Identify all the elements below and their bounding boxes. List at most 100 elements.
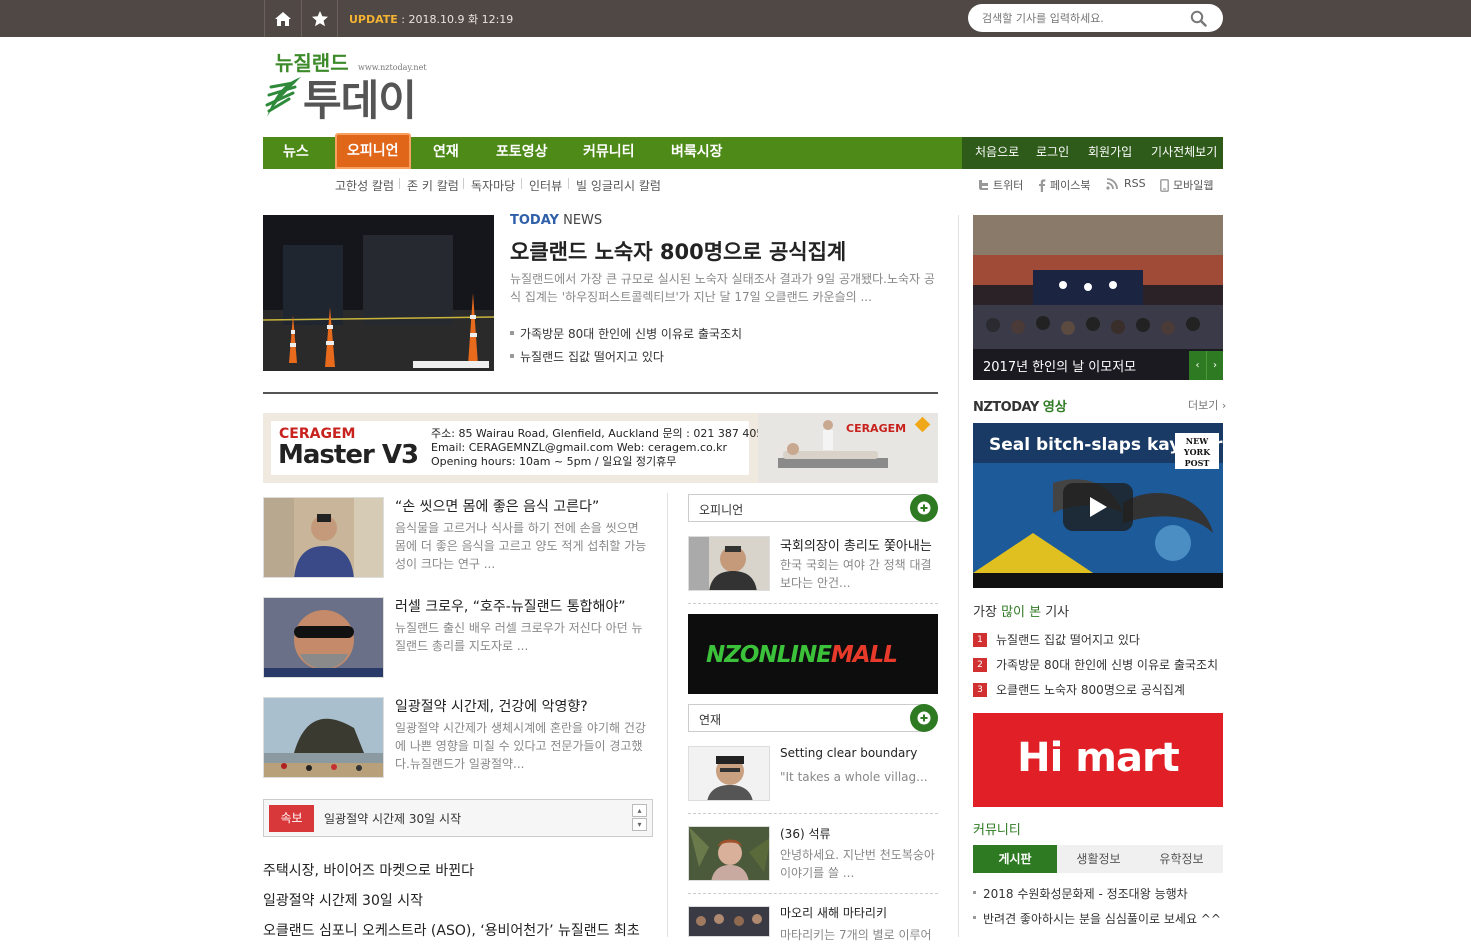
subnav-item[interactable]: 독자마당	[471, 177, 515, 194]
nav-item-opinion[interactable]: 오피니언	[335, 133, 411, 169]
serial-title[interactable]: (36) 석류	[780, 825, 831, 842]
bullet-icon	[510, 354, 514, 358]
ceragem-ad-banner[interactable]: CERAGEM Master V3 주소: 85 Wairau Road, Gl…	[263, 413, 938, 483]
news-link[interactable]: 주택시장, 바이어즈 마켓으로 바뀐다	[263, 860, 474, 880]
ceragem-model: Master V3	[278, 440, 419, 470]
mobile-web-label: 모바일웹	[1173, 179, 1214, 192]
search-box	[968, 4, 1223, 32]
article-desc: 일광절약 시간제가 생체시계에 혼란을 야기해 건강에 나쁜 영향을 미칠 수 …	[395, 721, 646, 771]
video-section-header: NZTODAY 영상	[973, 396, 1067, 415]
slider-next-button[interactable]: ›	[1206, 351, 1223, 380]
tab-study-info[interactable]: 유학정보	[1140, 845, 1223, 873]
popular-article-link[interactable]: 오클랜드 노숙자 800명으로 공식집계	[996, 681, 1185, 698]
tab-living-info[interactable]: 생활정보	[1057, 845, 1140, 873]
article-thumbnail[interactable]	[263, 697, 384, 778]
subnav-item[interactable]: 빌 잉글리시 칼럼	[576, 177, 661, 194]
article-photo-image	[264, 498, 383, 577]
headline-photo[interactable]	[263, 215, 494, 371]
headline-title[interactable]: 오클랜드 노숙자 800명으로 공식집계	[510, 236, 846, 266]
nav-item-flea-market[interactable]: 벼룩시장	[671, 137, 723, 169]
serial-title[interactable]: 마오리 새해 마타리키	[780, 904, 887, 921]
article-title[interactable]: “손 씻으면 몸에 좋은 음식 고른다”	[395, 496, 599, 516]
headline-related-link[interactable]: 뉴질랜드 집값 떨어지고 있다	[520, 348, 664, 365]
nav-item-community[interactable]: 커뮤니티	[583, 137, 635, 169]
video-player[interactable]: Seal bitch-slaps kayaker a NEW YORK POST	[973, 423, 1223, 588]
opinion-thumbnail[interactable]	[688, 536, 770, 591]
dotted-divider	[688, 813, 938, 814]
twitter-link[interactable]: 트위터	[978, 177, 1023, 193]
serial-title[interactable]: Setting clear boundary	[780, 746, 917, 760]
subnav-item[interactable]: 고한성 칼럼	[335, 177, 394, 194]
serial-desc: 마타리키는 7개의 별로 이루어	[780, 928, 932, 942]
site-logo[interactable]: 뉴질랜드 www.nztoday.net 투데이	[263, 47, 443, 125]
dotted-divider	[688, 893, 938, 894]
opinion-desc: 한국 국회는 여야 간 정책 대결보다는 안건...	[780, 558, 932, 590]
column-divider	[958, 215, 959, 937]
opinion-section-header: 오피니언	[688, 494, 938, 522]
login-link[interactable]: 로그인	[1036, 137, 1069, 169]
all-articles-link[interactable]: 기사전체보기	[1151, 137, 1217, 169]
play-icon	[1090, 497, 1107, 517]
community-post-link[interactable]: 반려견 좋아하시는 분을 심심풀이로 보세요 ^^	[983, 910, 1221, 927]
breaking-text[interactable]: 일광절약 시간제 30일 시작	[324, 810, 461, 827]
separator	[399, 178, 400, 189]
ticker-down-button[interactable]: ▾	[632, 818, 647, 831]
serial-photo-image	[689, 827, 769, 880]
home-button[interactable]	[264, 0, 301, 37]
chevron-up-icon: ▴	[637, 806, 642, 815]
opinion-more-button[interactable]	[910, 494, 938, 522]
bullet-icon	[510, 331, 514, 335]
mobile-web-link[interactable]: 모바일웹	[1160, 177, 1213, 193]
nav-item-news[interactable]: 뉴스	[283, 137, 309, 169]
signup-link[interactable]: 회원가입	[1088, 137, 1132, 169]
opinion-title[interactable]: 국회의장이 총리도 쫓아내는	[780, 535, 932, 554]
news-link[interactable]: 오클랜드 심포니 오케스트라 (ASO), ‘용비어천가’ 뉴질랜드 최초	[263, 920, 640, 940]
bookmark-button[interactable]	[301, 0, 338, 37]
separator	[521, 178, 522, 189]
plus-circle-icon	[917, 501, 931, 515]
search-input[interactable]	[982, 10, 1182, 26]
ticker-up-button[interactable]: ▴	[632, 804, 647, 817]
serial-thumbnail[interactable]	[688, 826, 770, 881]
dotted-divider	[688, 603, 938, 604]
tab-board[interactable]: 게시판	[973, 845, 1057, 873]
video-more-link[interactable]: 더보기 ›	[1188, 397, 1226, 413]
serial-more-button[interactable]	[910, 704, 938, 732]
headline-related-link[interactable]: 가족방문 80대 한인에 신병 이유로 출국조치	[520, 325, 742, 342]
article-title[interactable]: 러셀 크로우, “호주-뉴질랜드 통합해야”	[395, 596, 626, 616]
serial-thumbnail[interactable]	[688, 906, 770, 937]
nav-item-photo-video[interactable]: 포토영상	[496, 137, 548, 169]
video-play-button[interactable]	[1063, 483, 1133, 531]
article-thumbnail[interactable]	[263, 497, 384, 578]
article-thumbnail[interactable]	[263, 597, 384, 678]
article-title[interactable]: 일광절약 시간제, 건강에 악영향?	[395, 696, 588, 716]
subnav-item[interactable]: 인터뷰	[529, 177, 562, 194]
twitter-label: 트위터	[993, 179, 1024, 192]
popular-article-link[interactable]: 뉴질랜드 집값 떨어지고 있다	[996, 631, 1140, 648]
serial-photo-image	[689, 747, 769, 800]
twitter-icon	[979, 180, 988, 190]
rss-label: RSS	[1124, 177, 1146, 190]
popular-article-link[interactable]: 가족방문 80대 한인에 신병 이유로 출국조치	[996, 656, 1218, 673]
ad-hours: Opening hours: 10am ~ 5pm / 일요일 정기휴무	[431, 455, 677, 468]
search-button[interactable]	[1190, 10, 1207, 31]
subnav-item[interactable]: 존 키 칼럼	[407, 177, 459, 194]
rank-badge: 2	[973, 658, 987, 672]
slider-prev-button[interactable]: ‹	[1189, 351, 1206, 380]
facebook-link[interactable]: 페이스북	[1038, 177, 1090, 193]
photo-slider[interactable]: 2017년 한인의 날 이모저모 ‹ ›	[973, 215, 1223, 380]
rss-link[interactable]: RSS	[1106, 177, 1146, 190]
nav-home-link[interactable]: 처음으로	[975, 137, 1019, 169]
section-label: 연재	[699, 713, 722, 727]
section-divider	[263, 392, 938, 394]
plus-circle-icon	[917, 711, 931, 725]
opinion-photo-image	[689, 537, 769, 590]
himart-ad-banner[interactable]: Hi mart	[973, 713, 1223, 807]
chevron-left-icon: ‹	[1195, 360, 1200, 371]
community-post-link[interactable]: 2018 수원화성문화제 - 정조대왕 능행차	[983, 885, 1188, 902]
serial-section-header: 연재	[688, 704, 938, 732]
news-link[interactable]: 일광절약 시간제 30일 시작	[263, 890, 423, 910]
nav-item-serial[interactable]: 연재	[433, 137, 459, 169]
nzonlinemall-ad-banner[interactable]: NZONLINEMALL	[688, 614, 938, 694]
serial-thumbnail[interactable]	[688, 746, 770, 801]
